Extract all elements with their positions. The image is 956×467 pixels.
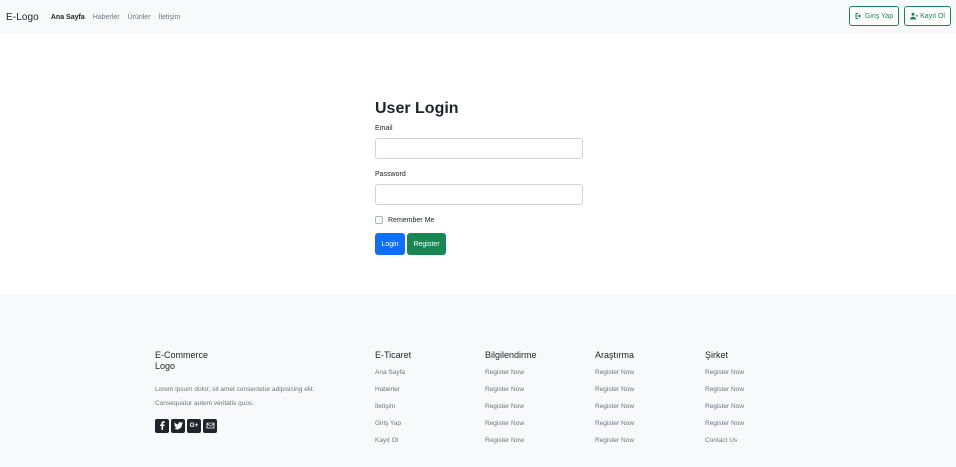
footer-column-sirket: Şirket Register Now Register Now Registe… [705,350,744,454]
remember-label[interactable]: Remember Me [388,217,434,224]
footer-column-title: Araştırma [595,350,635,360]
social-links: G+ [155,418,345,433]
footer-link[interactable]: Register Now [705,386,744,403]
footer-link-list: Ana Sayfa Haberler İletişim Giriş Yap Ka… [375,369,411,454]
remember-checkbox[interactable] [375,216,383,224]
login-form: User Login Email Password Remember Me Lo… [375,100,585,255]
email-field[interactable] [375,138,583,159]
nav-register-label: Kayıt Ol [920,12,945,20]
nav-link-contact[interactable]: İletişim [159,14,181,21]
nav-login-button[interactable]: Giriş Yap [848,6,900,26]
form-actions: Login Register [375,233,585,255]
footer-link[interactable]: Haberler [375,386,411,403]
footer-link[interactable]: Register Now [705,420,744,437]
brand-logo[interactable]: E-Logo [6,12,39,23]
footer-brand-title: E-Commerce Logo [155,350,345,373]
nav-link-news[interactable]: Haberler [93,14,120,21]
envelope-icon[interactable] [203,418,217,433]
footer-link[interactable]: İletişim [375,403,411,420]
footer-link[interactable]: Register Now [595,403,634,420]
footer-link[interactable]: Register Now [485,437,537,454]
sign-in-icon [855,13,861,19]
register-button[interactable]: Register [407,233,446,255]
footer-column-title: Bilgilendirme [485,350,537,360]
footer-link[interactable]: Register Now [485,369,537,386]
nav-actions: Giriş Yap Kayıt Ol [848,6,951,26]
footer-link[interactable]: Giriş Yap [375,420,411,437]
footer-link[interactable]: Register Now [595,369,634,386]
footer-column-arastirma: Araştırma Register Now Register Now Regi… [595,350,634,454]
footer-description: Lorem ipsum dolor, sit amet consectetur … [155,385,315,407]
footer-brand-title-line2: Logo [155,361,176,372]
footer-link-list: Register Now Register Now Register Now R… [485,369,537,454]
footer-column-eticaret: E-Ticaret Ana Sayfa Haberler İletişim Gi… [375,350,411,454]
twitter-icon[interactable] [171,418,185,433]
nav-register-button[interactable]: Kayıt Ol [904,6,951,26]
footer-link[interactable]: Register Now [705,403,744,420]
footer-link[interactable]: Kayıt Ol [375,437,411,454]
footer-brand-title-line1: E-Commerce [155,350,209,360]
password-group: Password [375,171,585,205]
footer-column-bilgilendirme: Bilgilendirme Register Now Register Now … [485,350,537,454]
nav-link-home[interactable]: Ana Sayfa [51,14,85,21]
google-plus-icon[interactable]: G+ [187,418,201,433]
nav-login-label: Giriş Yap [864,12,894,20]
nav-links: Ana Sayfa Haberler Ürünler İletişim [51,14,180,21]
navbar: E-Logo Ana Sayfa Haberler Ürünler İletiş… [0,0,956,34]
footer-link[interactable]: Register Now [595,420,634,437]
footer-link-list: Register Now Register Now Register Now R… [595,369,634,454]
footer-link[interactable]: Ana Sayfa [375,369,411,386]
password-label: Password [375,171,406,178]
footer-link[interactable]: Register Now [485,386,537,403]
footer-link[interactable]: Register Now [595,437,634,454]
password-field[interactable] [375,184,583,205]
email-label: Email [375,125,393,132]
facebook-icon[interactable] [155,418,169,433]
email-group: Email [375,125,585,159]
footer-link[interactable]: Register Now [595,386,634,403]
page-title: User Login [375,100,459,117]
footer-link[interactable]: Register Now [485,420,537,437]
footer: E-Commerce Logo Lorem ipsum dolor, sit a… [0,294,956,467]
footer-column-title: E-Ticaret [375,350,412,360]
login-button[interactable]: Login [375,233,405,255]
footer-link[interactable]: Contact Us [705,437,744,454]
footer-link-list: Register Now Register Now Register Now R… [705,369,744,454]
footer-brand: E-Commerce Logo Lorem ipsum dolor, sit a… [155,350,345,433]
footer-link[interactable]: Register Now [705,369,744,386]
user-plus-icon [910,12,919,20]
remember-row: Remember Me [375,216,585,224]
footer-link[interactable]: Register Now [485,403,537,420]
nav-link-products[interactable]: Ürünler [128,14,151,21]
footer-column-title: Şirket [705,350,729,360]
